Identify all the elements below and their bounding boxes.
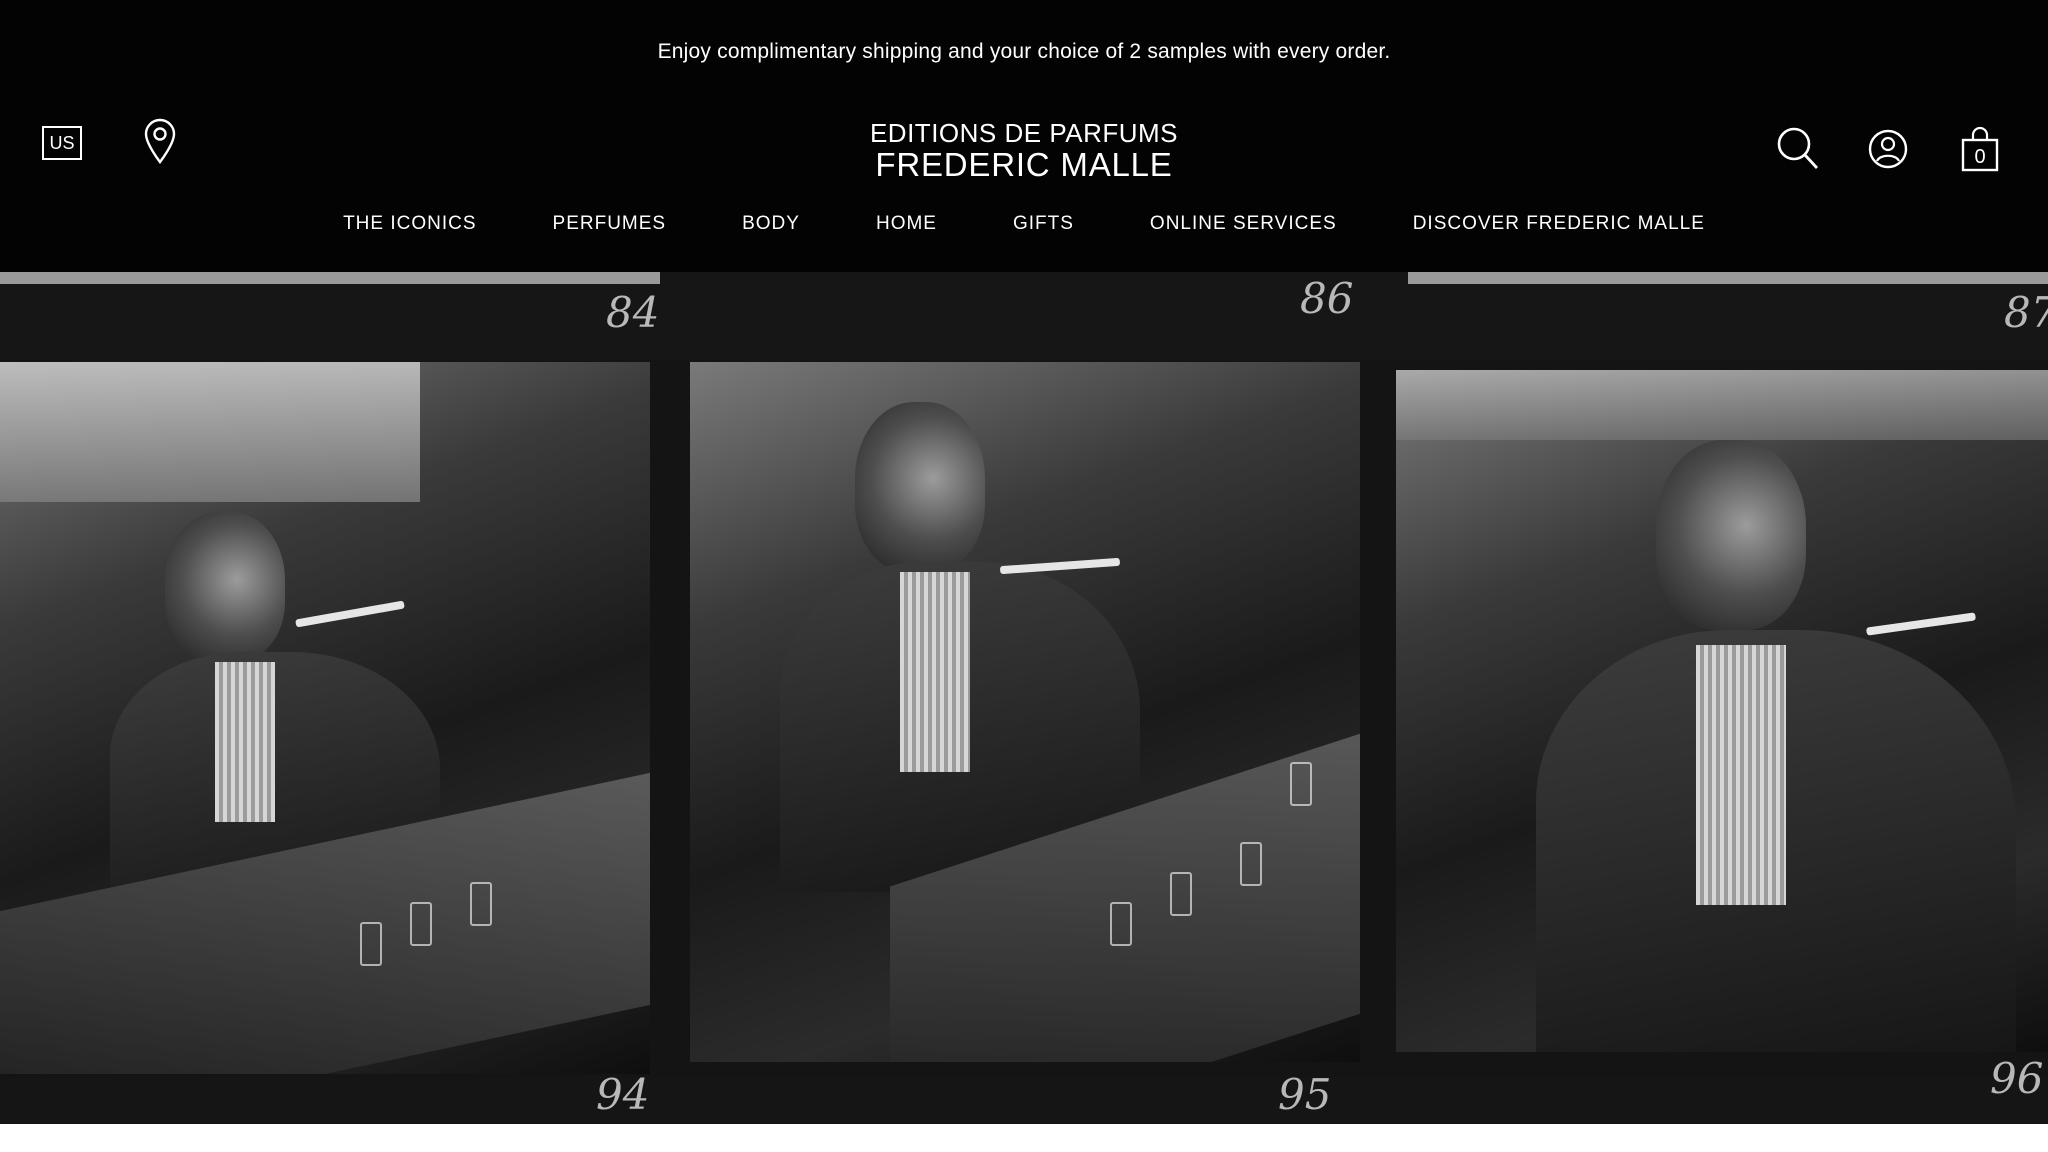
cart-count: 0 — [1974, 146, 1986, 168]
promo-banner: Enjoy complimentary shipping and your ch… — [0, 0, 2048, 104]
site-header: US EDITIONS DE PARFUMS FREDERIC MALLE 0 … — [0, 104, 2048, 272]
page-bottom-band — [0, 1124, 2048, 1152]
nav-item-home[interactable]: HOME — [876, 208, 937, 240]
nav-item-discover[interactable]: DISCOVER FREDERIC MALLE — [1413, 208, 1705, 240]
nav-item-the-iconics[interactable]: THE ICONICS — [343, 208, 476, 240]
film-strip-bottom — [0, 1077, 2048, 1124]
bag-button[interactable]: 0 — [1958, 126, 2002, 172]
frame-number: 84 — [606, 288, 660, 337]
film-edge — [1408, 272, 2048, 284]
frame-number: 95 — [1278, 1070, 1332, 1119]
site-logo[interactable]: EDITIONS DE PARFUMS FREDERIC MALLE — [0, 120, 2048, 181]
nav-item-gifts[interactable]: GIFTS — [1013, 208, 1074, 240]
film-strip-top — [0, 272, 2048, 360]
frame-number: 86 — [1300, 274, 1354, 323]
search-icon[interactable] — [1776, 126, 1820, 172]
nav-item-body[interactable]: BODY — [742, 208, 800, 240]
account-icon[interactable] — [1866, 126, 1910, 172]
logo-line-1: EDITIONS DE PARFUMS — [869, 118, 1179, 148]
frame-number: 96 — [1990, 1054, 2044, 1103]
film-edge — [0, 272, 660, 284]
photo-frame-1 — [0, 362, 650, 1074]
frame-number: 94 — [596, 1070, 650, 1119]
photo-frame-3 — [1396, 370, 2048, 1052]
nav-item-perfumes[interactable]: PERFUMES — [553, 208, 667, 240]
promo-text: Enjoy complimentary shipping and your ch… — [657, 40, 1391, 63]
photo-frame-2 — [690, 362, 1360, 1062]
frame-number: 87 — [2004, 288, 2048, 337]
logo-line-2: FREDERIC MALLE — [875, 146, 1173, 183]
main-nav: THE ICONICS PERFUMES BODY HOME GIFTS ONL… — [0, 208, 2048, 240]
nav-item-online-services[interactable]: ONLINE SERVICES — [1150, 208, 1337, 240]
hero-contact-sheet: 84 86 87 94 95 96 — [0, 272, 2048, 1124]
